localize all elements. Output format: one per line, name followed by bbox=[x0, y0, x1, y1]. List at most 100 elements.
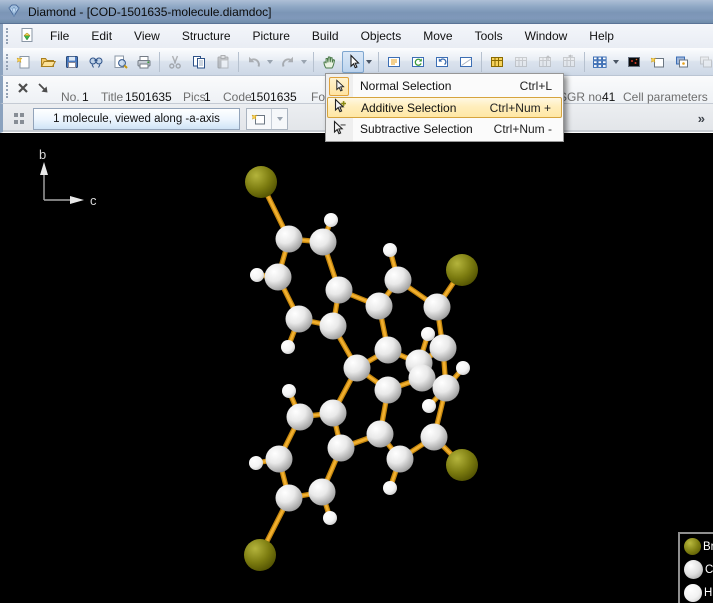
document-icon[interactable] bbox=[19, 27, 35, 46]
new-document-icon[interactable] bbox=[13, 51, 35, 73]
save-icon[interactable] bbox=[61, 51, 83, 73]
menubar-grip[interactable] bbox=[6, 28, 11, 44]
picture-tab-label: 1 molecule, viewed along -a-axis bbox=[53, 113, 220, 125]
print-preview-icon[interactable] bbox=[109, 51, 131, 73]
menu-build[interactable]: Build bbox=[301, 24, 350, 48]
atom-H[interactable] bbox=[422, 399, 436, 413]
atom-C[interactable] bbox=[265, 264, 292, 291]
menu-item-normal-selection[interactable]: Normal Selection Ctrl+L bbox=[327, 75, 562, 97]
new-picture-icon[interactable] bbox=[647, 51, 669, 73]
paste-icon[interactable] bbox=[212, 51, 234, 73]
select-arrow-icon[interactable] bbox=[342, 51, 364, 73]
menu-move[interactable]: Move bbox=[412, 24, 463, 48]
tabbar-overflow-chevron[interactable]: » bbox=[698, 111, 703, 126]
atom-H[interactable] bbox=[282, 384, 296, 398]
atom-C[interactable] bbox=[266, 446, 293, 473]
atom-C[interactable] bbox=[385, 267, 412, 294]
menu-structure[interactable]: Structure bbox=[171, 24, 242, 48]
atom-C[interactable] bbox=[320, 400, 347, 427]
atom-H[interactable] bbox=[383, 243, 397, 257]
grid-view-dropdown-caret[interactable] bbox=[613, 60, 619, 64]
atom-Br[interactable] bbox=[245, 166, 277, 198]
atom-C[interactable] bbox=[375, 337, 402, 364]
atom-Br[interactable] bbox=[446, 254, 478, 286]
data-table-icon[interactable] bbox=[486, 51, 508, 73]
atom-C[interactable] bbox=[387, 446, 414, 473]
white-picture-icon[interactable] bbox=[455, 51, 477, 73]
menu-file[interactable]: File bbox=[39, 24, 80, 48]
table-grayed-2-icon[interactable] bbox=[534, 51, 556, 73]
atom-C[interactable] bbox=[424, 294, 451, 321]
atom-Br[interactable] bbox=[446, 449, 478, 481]
menu-help[interactable]: Help bbox=[578, 24, 625, 48]
menu-edit[interactable]: Edit bbox=[80, 24, 123, 48]
toolbar-grip[interactable] bbox=[6, 54, 8, 70]
atom-C[interactable] bbox=[286, 306, 313, 333]
tabbar-grip[interactable] bbox=[14, 113, 25, 124]
atom-C[interactable] bbox=[276, 226, 303, 253]
structure-table-icon[interactable] bbox=[383, 51, 405, 73]
table-grayed-3-icon[interactable] bbox=[558, 51, 580, 73]
undo-dropdown-caret[interactable] bbox=[267, 60, 273, 64]
undo-icon[interactable] bbox=[243, 51, 265, 73]
picture-grayed-icon[interactable] bbox=[695, 51, 713, 73]
atom-H[interactable] bbox=[383, 481, 397, 495]
atom-H[interactable] bbox=[324, 213, 338, 227]
atom-H[interactable] bbox=[281, 340, 295, 354]
select-arrow-dropdown-caret[interactable] bbox=[366, 60, 372, 64]
pan-hand-icon[interactable] bbox=[318, 51, 340, 73]
atom-C[interactable] bbox=[320, 313, 347, 340]
structure-canvas[interactable]: b c bbox=[0, 133, 713, 603]
atom-C[interactable] bbox=[366, 293, 393, 320]
atom-C[interactable] bbox=[409, 365, 436, 392]
atom-Br[interactable] bbox=[244, 539, 276, 571]
menu-objects[interactable]: Objects bbox=[350, 24, 413, 48]
atom-C[interactable] bbox=[328, 435, 355, 462]
atom-H[interactable] bbox=[421, 327, 435, 341]
atom-H[interactable] bbox=[249, 456, 263, 470]
menu-item-additive-selection[interactable]: Additive Selection Ctrl+Num + bbox=[327, 97, 562, 118]
new-picture-caret[interactable] bbox=[271, 109, 287, 129]
atom-H[interactable] bbox=[456, 361, 470, 375]
atom-C[interactable] bbox=[367, 421, 394, 448]
atom-C[interactable] bbox=[287, 404, 314, 431]
new-picture-button[interactable] bbox=[247, 109, 271, 129]
render-picture-icon[interactable] bbox=[623, 51, 645, 73]
new-picture-group bbox=[246, 108, 288, 130]
atom-C[interactable] bbox=[326, 277, 353, 304]
docbar-grip[interactable] bbox=[6, 82, 11, 98]
delete-structure-icon[interactable] bbox=[16, 81, 30, 98]
redo-icon[interactable] bbox=[277, 51, 299, 73]
atom-C[interactable] bbox=[430, 335, 457, 362]
atom-C[interactable] bbox=[344, 355, 371, 382]
copy-picture-icon[interactable] bbox=[671, 51, 693, 73]
undo-view-icon[interactable] bbox=[431, 51, 453, 73]
menu-tools[interactable]: Tools bbox=[464, 24, 514, 48]
atom-C[interactable] bbox=[375, 377, 402, 404]
menu-window[interactable]: Window bbox=[514, 24, 579, 48]
grid-view-icon[interactable] bbox=[589, 51, 611, 73]
table-grayed-1-icon[interactable] bbox=[510, 51, 532, 73]
cut-icon[interactable] bbox=[164, 51, 186, 73]
goto-icon[interactable] bbox=[37, 82, 50, 98]
atom-C[interactable] bbox=[433, 375, 460, 402]
find-icon[interactable] bbox=[85, 51, 107, 73]
menu-item-subtractive-selection[interactable]: Subtractive Selection Ctrl+Num - bbox=[327, 118, 562, 140]
copy-icon[interactable] bbox=[188, 51, 210, 73]
refresh-picture-icon[interactable] bbox=[407, 51, 429, 73]
menu-view[interactable]: View bbox=[123, 24, 171, 48]
axis-c-label: c bbox=[90, 193, 97, 208]
print-icon[interactable] bbox=[133, 51, 155, 73]
atom-C[interactable] bbox=[309, 479, 336, 506]
atom-H[interactable] bbox=[250, 268, 264, 282]
atom-H[interactable] bbox=[323, 511, 337, 525]
atom-C[interactable] bbox=[421, 424, 448, 451]
atom-legend[interactable]: Br C H bbox=[678, 532, 713, 603]
titlebar[interactable]: Diamond - [COD-1501635-molecule.diamdoc] bbox=[0, 0, 713, 24]
menu-picture[interactable]: Picture bbox=[242, 24, 301, 48]
open-folder-icon[interactable] bbox=[37, 51, 59, 73]
redo-dropdown-caret[interactable] bbox=[301, 60, 307, 64]
atom-C[interactable] bbox=[276, 485, 303, 512]
picture-tab[interactable]: 1 molecule, viewed along -a-axis bbox=[33, 108, 240, 130]
atom-C[interactable] bbox=[310, 229, 337, 256]
